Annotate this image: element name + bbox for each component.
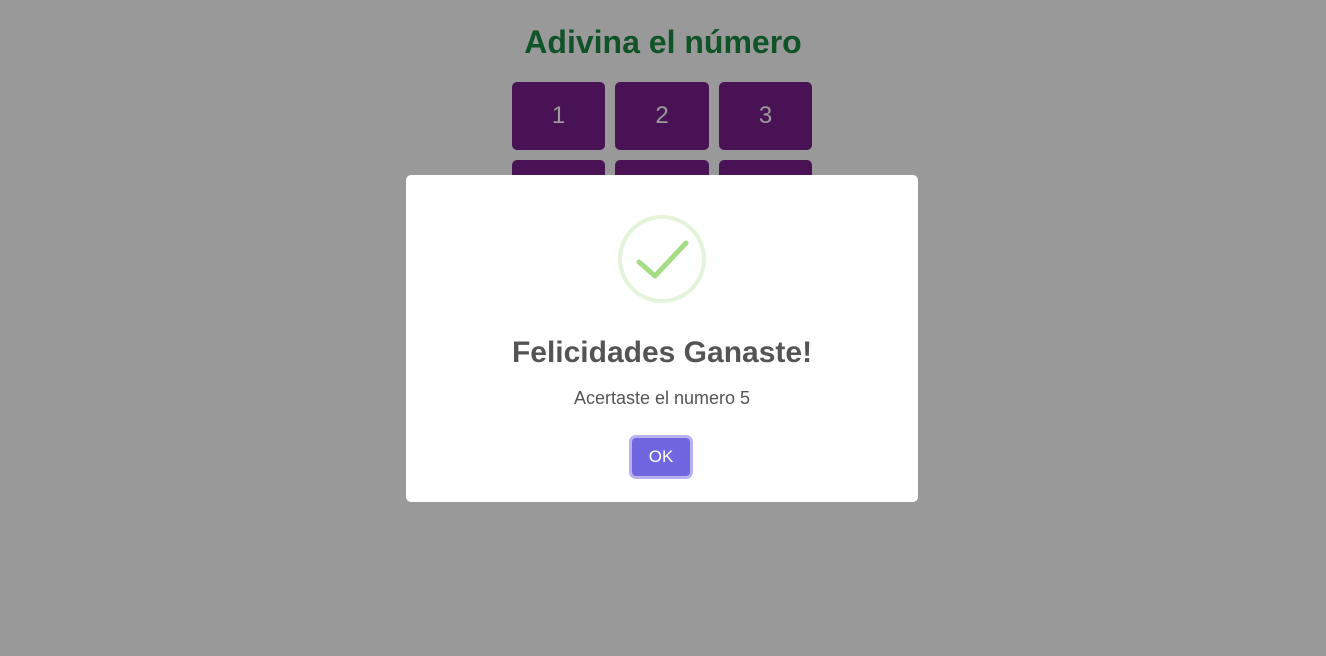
ok-button[interactable]: OK — [632, 438, 690, 476]
page: Adivina el número 1 2 3 4 5 6 Felicidade… — [0, 0, 1326, 656]
success-check-icon — [618, 215, 706, 303]
dialog-message: Acertaste el numero 5 — [573, 388, 751, 408]
dialog-title: Felicidades Ganaste! — [511, 336, 813, 369]
success-dialog: Felicidades Ganaste! Acertaste el numero… — [406, 175, 918, 502]
